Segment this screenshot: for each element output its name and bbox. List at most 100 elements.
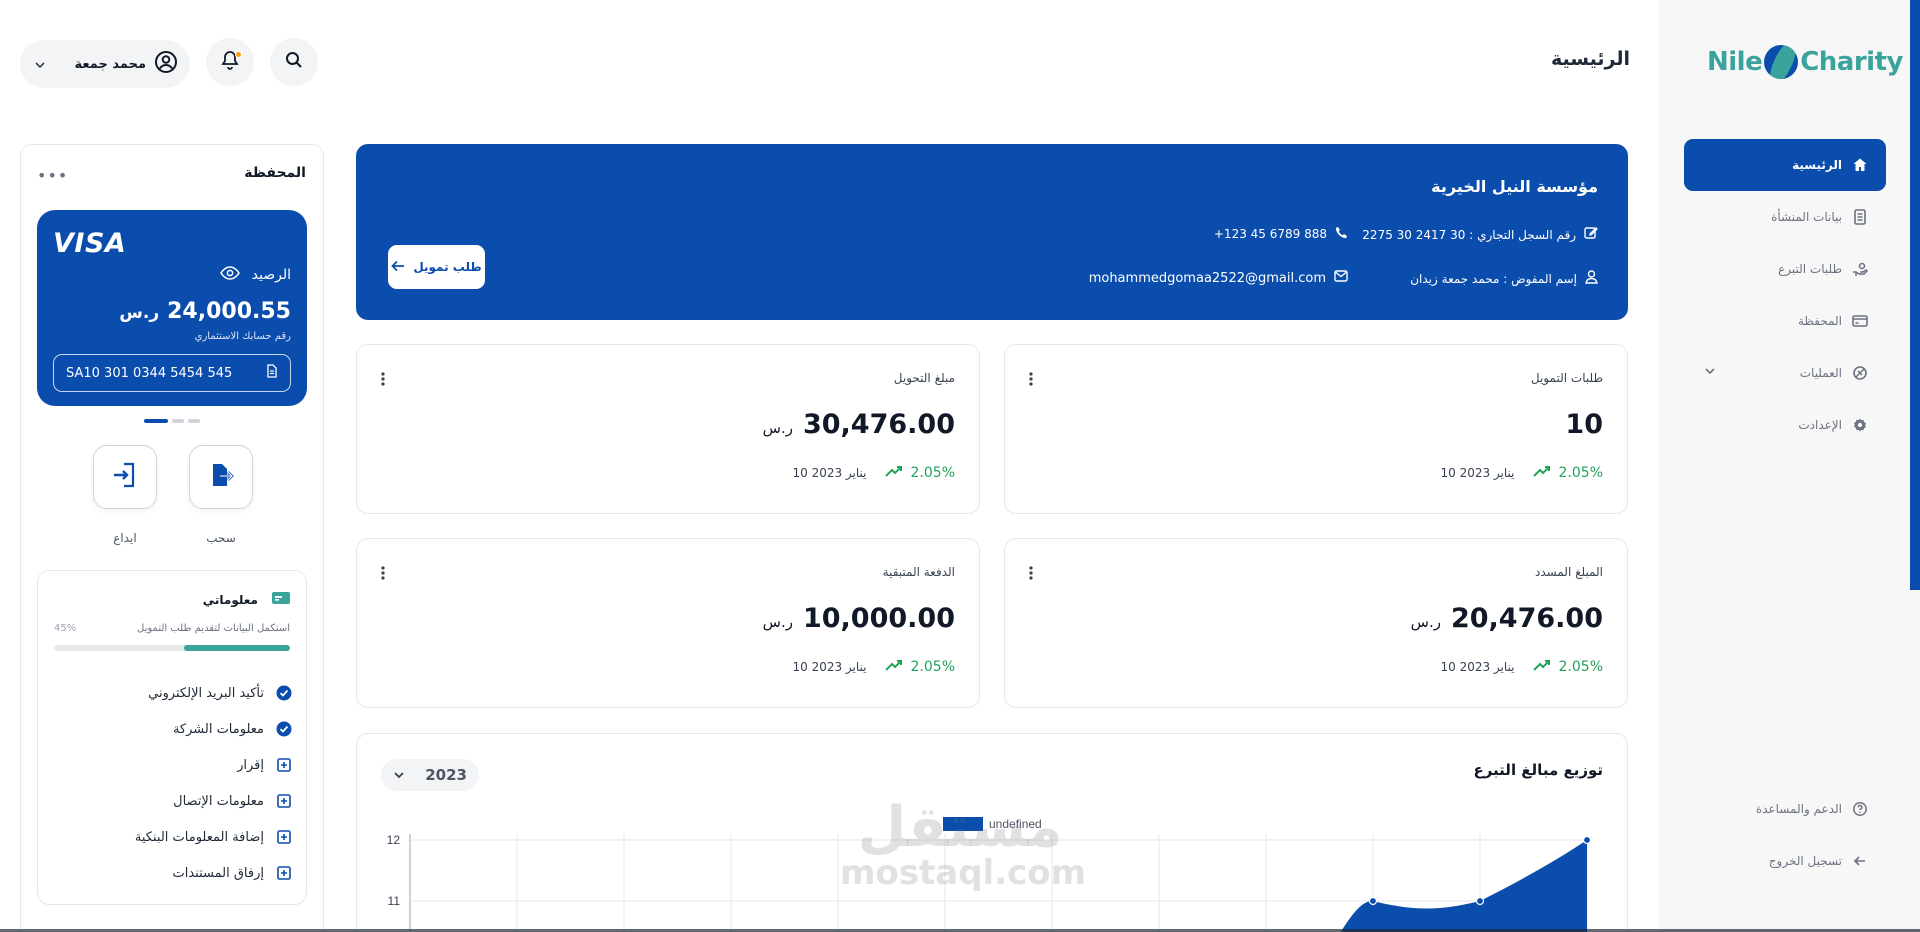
- delegate-info: إسم المفوض : محمد جمعة زيدان: [1410, 270, 1598, 287]
- stat-currency: ر.س: [762, 419, 793, 437]
- carousel-dot[interactable]: [172, 419, 184, 423]
- home-icon: [1852, 157, 1868, 173]
- year-select[interactable]: 2023: [381, 759, 479, 791]
- donation-distribution-chart: 12 11 undefined: [387, 817, 1592, 932]
- notifications-button[interactable]: [206, 38, 254, 86]
- checklist-item-label: معلومات الإتصال: [173, 793, 264, 809]
- check-circle-icon: [276, 721, 292, 737]
- sidebar-item-label: الدعم والمساعدة: [1755, 802, 1842, 816]
- sidebar-item-donation-requests[interactable]: طلبات التبرع: [1684, 243, 1886, 295]
- checklist-item[interactable]: تأكيد البريد الإلكتروني: [52, 675, 292, 711]
- withdraw-icon: [207, 461, 235, 493]
- wallet-panel: المحفظة ••• VISA الرصيد 24,000.55 ر.س رقم…: [20, 144, 324, 932]
- stat-card-funding-requests: طلبات التمويل 10 10 يناير 2023 2.05%: [1004, 344, 1628, 514]
- user-avatar-icon: [154, 50, 178, 78]
- sidebar-item-home[interactable]: الرئيسية: [1684, 139, 1886, 191]
- deposit-icon: [111, 461, 139, 493]
- balance-currency: ر.س: [119, 303, 160, 323]
- nile-charity-logo[interactable]: Nile Charity: [1707, 42, 1903, 82]
- my-info-title: معلوماتي: [203, 592, 290, 607]
- carousel-dot[interactable]: [188, 419, 200, 423]
- phone-number: +123 45 6789 888: [1213, 227, 1327, 241]
- stat-value: 10,000.00 ر.س: [763, 603, 955, 634]
- email-address: mohammedgomaa2522@gmail.com: [1088, 270, 1326, 286]
- gear-icon: [1852, 417, 1868, 433]
- id-card-icon: [272, 592, 290, 607]
- stat-value: 30,476.00 ر.س: [763, 409, 955, 440]
- sidebar-item-settings[interactable]: الإعدادت: [1684, 399, 1886, 451]
- visa-card[interactable]: VISA الرصيد 24,000.55 ر.س رقم حسابك الاست…: [37, 210, 307, 406]
- mail-icon: [1334, 270, 1348, 286]
- sidebar-item-organization-data[interactable]: بيانات المنشأة: [1684, 191, 1886, 243]
- data-point: [1368, 896, 1378, 906]
- trend-up-icon: [884, 465, 903, 481]
- more-vertical-icon[interactable]: [1029, 565, 1033, 584]
- notification-dot: [235, 51, 242, 58]
- deposit-button[interactable]: [93, 445, 157, 509]
- withdraw-button[interactable]: [189, 445, 253, 509]
- wallet-title: المحفظة: [244, 165, 306, 181]
- stat-value: 10: [1555, 409, 1603, 440]
- checklist-item[interactable]: إقرار: [52, 747, 292, 783]
- card-carousel-dots[interactable]: [144, 419, 200, 423]
- chevron-down-icon: [34, 55, 46, 74]
- search-button[interactable]: [270, 38, 318, 86]
- area-series-fill: [1340, 840, 1587, 932]
- sidebar-item-label: الإعدادت: [1798, 418, 1842, 432]
- iban-field[interactable]: SA10 301 0344 5454 545: [53, 354, 291, 392]
- plus-square-icon: [276, 865, 292, 881]
- logout-icon: [1852, 853, 1868, 869]
- phone-info: +123 45 6789 888: [1214, 226, 1348, 242]
- user-menu[interactable]: محمد جمعة: [20, 40, 190, 88]
- page-title: الرئيسية: [1551, 48, 1630, 70]
- sidebar-item-help[interactable]: الدعم والمساعدة: [1684, 783, 1886, 835]
- stat-number: 10,000.00: [802, 603, 955, 634]
- delegate-name: إسم المفوض : محمد جمعة زيدان: [1410, 271, 1577, 286]
- trend-up-icon: [1532, 659, 1551, 675]
- deposit-label: ايداع: [113, 531, 137, 545]
- carousel-dot-active[interactable]: [144, 419, 168, 423]
- organization-name: مؤسسة النيل الخيرية: [1431, 177, 1598, 196]
- stat-currency: ر.س: [1410, 613, 1441, 631]
- wallet-icon: [1852, 313, 1868, 329]
- stat-card-paid-amount: المبلغ المسدد 20,476.00 ر.س 10 يناير 2023…: [1004, 538, 1628, 708]
- request-funding-button[interactable]: طلب تمويل: [388, 245, 485, 289]
- more-vertical-icon[interactable]: [1029, 371, 1033, 390]
- stat-number: 20,476.00: [1450, 603, 1603, 634]
- trend-up: 2.05%: [1532, 465, 1603, 481]
- more-horizontal-icon[interactable]: •••: [37, 166, 68, 185]
- stat-currency: ر.س: [762, 613, 793, 631]
- sidebar-scrollbar[interactable]: [1910, 0, 1920, 590]
- checklist-item[interactable]: معلومات الإتصال: [52, 783, 292, 819]
- stat-trend-value: 2.05%: [910, 465, 955, 481]
- checklist-item-label: إقرار: [237, 757, 264, 773]
- iban-value: SA10 301 0344 5454 545: [66, 365, 233, 381]
- stat-label: مبلغ التحويل: [893, 371, 955, 385]
- stat-card-remaining-payment: الدفعة المتبقية 10,000.00 ر.س 10 يناير 20…: [356, 538, 980, 708]
- checklist-item[interactable]: إضافة المعلومات البنكية: [52, 819, 292, 855]
- sidebar-item-operations[interactable]: العمليات: [1684, 347, 1886, 399]
- legend-swatch: [943, 817, 983, 831]
- copy-document-icon[interactable]: [266, 364, 278, 382]
- sidebar-item-label: بيانات المنشأة: [1771, 210, 1842, 224]
- balance-value: 24,000.55: [167, 299, 291, 324]
- app-root: Nile Charity الرئيسية بيانات المنشأة طلب…: [0, 0, 1920, 932]
- more-vertical-icon[interactable]: [381, 371, 385, 390]
- check-circle-icon: [276, 685, 292, 701]
- balance-label-row: الرصيد: [219, 266, 291, 284]
- checklist-item[interactable]: معلومات الشركة: [52, 711, 292, 747]
- stat-number: 30,476.00: [802, 409, 955, 440]
- my-info-box: معلوماتي استكمل البيانات لتقديم طلب التم…: [37, 570, 307, 905]
- chevron-down-icon[interactable]: [1704, 365, 1716, 379]
- trend-up-icon: [1532, 465, 1551, 481]
- eye-icon[interactable]: [219, 266, 240, 284]
- checklist-item-label: تأكيد البريد الإلكتروني: [148, 685, 264, 701]
- trend-up: 2.05%: [1532, 659, 1603, 675]
- sidebar-item-wallet[interactable]: المحفظة: [1684, 295, 1886, 347]
- balance-label: الرصيد: [251, 267, 291, 283]
- phone-icon: [1335, 226, 1348, 242]
- operations-icon: [1852, 365, 1868, 381]
- more-vertical-icon[interactable]: [381, 565, 385, 584]
- checklist-item[interactable]: إرفاق المستندات: [52, 855, 292, 891]
- sidebar-item-logout[interactable]: تسجيل الخروج: [1684, 835, 1886, 887]
